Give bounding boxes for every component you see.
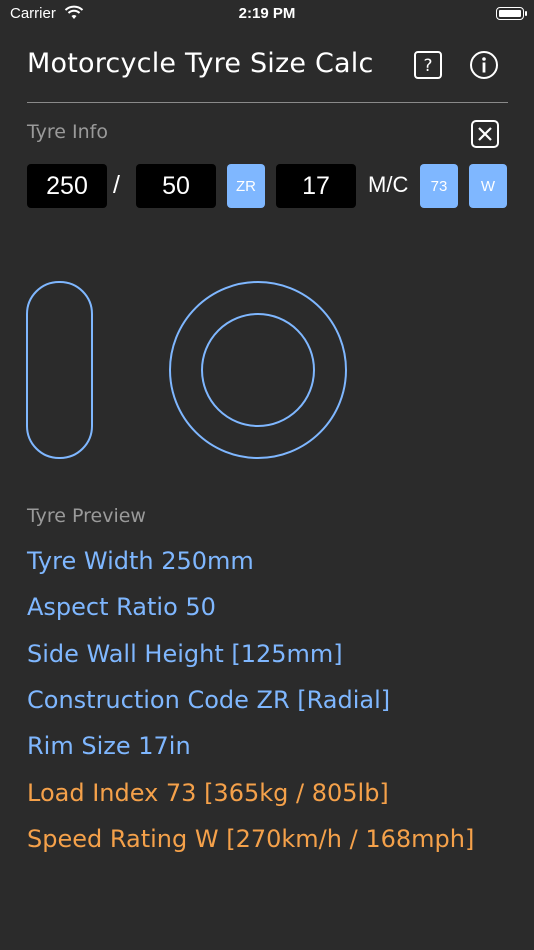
tyre-outer-circle: [169, 281, 347, 459]
tyre-diagram: [26, 281, 347, 459]
close-icon[interactable]: [470, 119, 500, 149]
aspect-ratio-text: Aspect Ratio 50: [27, 593, 216, 621]
speed-rating-text: Speed Rating W [270km/h / 168mph]: [27, 825, 475, 853]
tyre-preview-label: Tyre Preview: [27, 505, 146, 527]
battery-icon: [496, 7, 524, 20]
status-bar: Carrier 2:19 PM: [0, 0, 534, 28]
tyre-width-input[interactable]: 250: [27, 164, 107, 208]
tyre-rim-circle: [201, 313, 315, 427]
load-index-button[interactable]: 73: [420, 164, 458, 208]
clock: 2:19 PM: [238, 5, 296, 22]
info-icon[interactable]: [469, 50, 499, 80]
tyre-width-text: Tyre Width 250mm: [27, 547, 254, 575]
side-wall-height-text: Side Wall Height [125mm]: [27, 640, 343, 668]
rim-size-input[interactable]: 17: [276, 164, 356, 208]
svg-text:?: ?: [423, 56, 432, 76]
separator-slash: /: [113, 171, 120, 199]
motorcycle-suffix: M/C: [368, 172, 409, 197]
rim-size-text: Rim Size 17in: [27, 732, 191, 760]
header-divider: [27, 102, 508, 103]
speed-rating-button[interactable]: W: [469, 164, 507, 208]
construction-code-button[interactable]: ZR: [227, 164, 265, 208]
aspect-ratio-input[interactable]: 50: [136, 164, 216, 208]
help-icon[interactable]: ?: [413, 50, 443, 80]
construction-code-text: Construction Code ZR [Radial]: [27, 686, 391, 714]
page-title: Motorcycle Tyre Size Calc: [27, 48, 374, 79]
tyre-side-profile: [26, 281, 93, 459]
tyre-info-label: Tyre Info: [27, 121, 108, 143]
battery-tip: [525, 11, 527, 16]
load-index-text: Load Index 73 [365kg / 805lb]: [27, 779, 389, 807]
